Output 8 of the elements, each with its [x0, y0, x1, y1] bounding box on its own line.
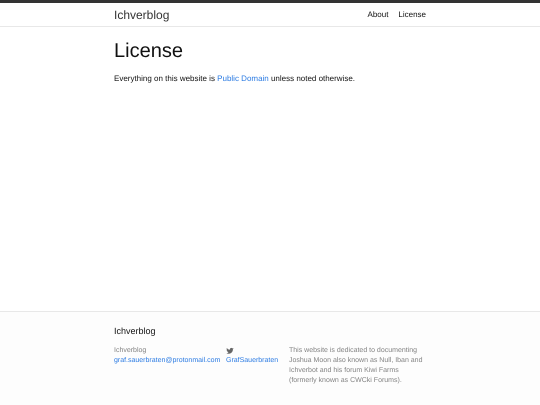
license-text: Everything on this website is Public Domain unless noted otherwise. [114, 73, 356, 85]
nav-link[interactable]: About [368, 8, 388, 20]
site-title[interactable]: Ichverblog [114, 6, 170, 24]
bird-icon [226, 346, 234, 354]
footer-title: Ichverblog [114, 325, 157, 338]
page-title: License [114, 39, 184, 64]
nav-link[interactable]: License [398, 8, 426, 20]
public-domain-link[interactable]: Public Domain [217, 74, 269, 83]
